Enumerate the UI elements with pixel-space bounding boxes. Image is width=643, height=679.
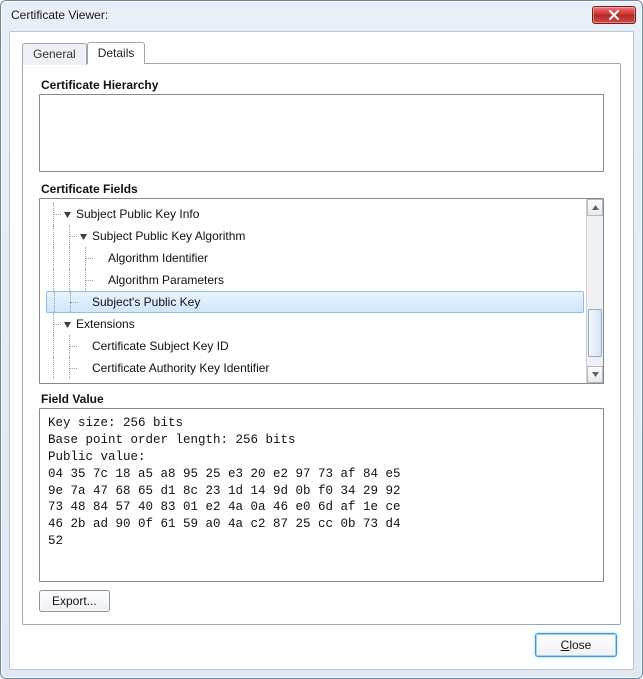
export-button[interactable]: Export...: [39, 590, 110, 612]
tree-item-label: Algorithm Identifier: [108, 251, 208, 265]
tree-leaf-spacer: [94, 275, 105, 286]
tree-item-label: Certificate Subject Key ID: [92, 339, 229, 353]
titlebar[interactable]: Certificate Viewer:: [1, 1, 642, 29]
field-value-box[interactable]: Key size: 256 bits Base point order leng…: [39, 408, 604, 582]
client-area: General Details Certificate Hierarchy Ce…: [9, 31, 634, 670]
scroll-track[interactable]: [587, 216, 603, 366]
close-button-rest: lose: [569, 638, 591, 652]
tree-row[interactable]: Subject's Public Key: [46, 291, 584, 313]
chevron-down-icon: [592, 372, 599, 377]
tree-expander-icon[interactable]: [62, 319, 73, 330]
tree-leaf-spacer: [94, 253, 105, 264]
tree-item-label: Subject Public Key Info: [76, 207, 199, 221]
tree-item-label: Subject Public Key Algorithm: [92, 229, 245, 243]
window-close-button[interactable]: [592, 6, 636, 24]
fields-label: Certificate Fields: [41, 182, 604, 196]
hierarchy-box[interactable]: [39, 94, 604, 172]
fields-box: Subject Public Key Info Subject Public Ke…: [39, 198, 604, 384]
chevron-up-icon: [592, 205, 599, 210]
hierarchy-label: Certificate Hierarchy: [41, 78, 604, 92]
fields-scrollbar[interactable]: [586, 199, 603, 383]
close-button[interactable]: Close: [535, 633, 617, 657]
tree-row[interactable]: Algorithm Identifier: [46, 247, 586, 269]
scroll-thumb[interactable]: [588, 309, 602, 357]
tree-row[interactable]: Subject Public Key Info: [46, 203, 586, 225]
tree-expander-icon[interactable]: [78, 231, 89, 242]
value-label: Field Value: [41, 392, 604, 406]
tree-item-label: Algorithm Parameters: [108, 273, 224, 287]
close-icon: [608, 10, 620, 20]
tree-row[interactable]: Algorithm Parameters: [46, 269, 586, 291]
tree-item-label: Extensions: [76, 317, 135, 331]
tab-panel-details: Certificate Hierarchy Certificate Fields…: [22, 63, 621, 625]
certificate-viewer-window: Certificate Viewer: General Details Cert…: [0, 0, 643, 679]
tree-leaf-spacer: [79, 297, 90, 308]
window-title: Certificate Viewer:: [11, 8, 592, 22]
tree-item-label: Certificate Authority Key Identifier: [92, 361, 269, 375]
tree-leaf-spacer: [78, 341, 89, 352]
fields-tree[interactable]: Subject Public Key Info Subject Public Ke…: [40, 199, 586, 383]
tree-row[interactable]: Certificate Subject Key ID: [46, 335, 586, 357]
tree-item-label: Subject's Public Key: [92, 295, 200, 309]
tree-expander-icon[interactable]: [62, 209, 73, 220]
tree-row[interactable]: Extensions: [46, 313, 586, 335]
tab-details[interactable]: Details: [87, 42, 146, 64]
tree-leaf-spacer: [78, 363, 89, 374]
scroll-up-button[interactable]: [587, 199, 603, 216]
tree-row[interactable]: Subject Public Key Algorithm: [46, 225, 586, 247]
tab-general[interactable]: General: [22, 43, 87, 65]
tabstrip: General Details: [22, 42, 621, 64]
dialog-footer: Close: [22, 625, 621, 659]
tree-row[interactable]: Certificate Authority Key Identifier: [46, 357, 586, 379]
scroll-down-button[interactable]: [587, 366, 603, 383]
